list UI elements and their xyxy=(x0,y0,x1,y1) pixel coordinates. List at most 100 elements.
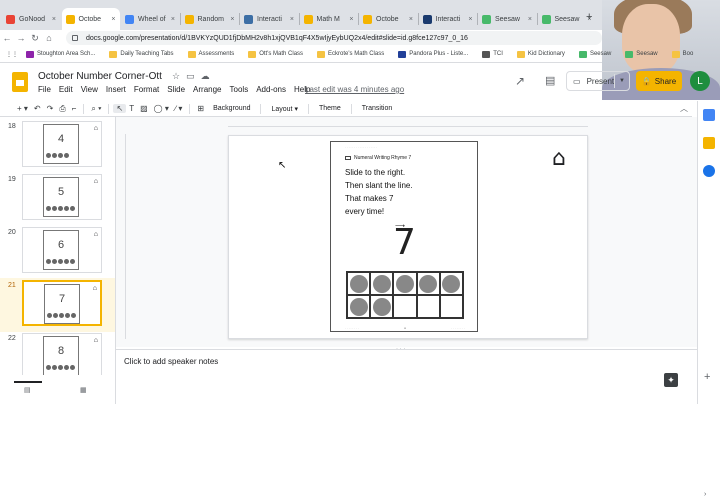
reload-icon[interactable]: ↻ xyxy=(28,33,42,44)
menu-item-insert[interactable]: Insert xyxy=(106,85,126,94)
tab-close-icon[interactable]: × xyxy=(466,16,472,23)
browser-tab[interactable]: Interacti × xyxy=(419,8,477,30)
drag-handle-icon[interactable]: · · · xyxy=(396,346,405,352)
browser-tab[interactable]: GoNood × xyxy=(2,8,60,30)
move-folder-icon[interactable]: ▭ xyxy=(186,71,195,82)
filmstrip-view-icon[interactable]: ▤ xyxy=(24,386,31,394)
home-icon[interactable]: ⌂ xyxy=(42,33,56,43)
menu-item-add-ons[interactable]: Add-ons xyxy=(256,85,286,94)
bookmark-item[interactable]: Seesaw xyxy=(625,50,658,58)
tab-close-icon[interactable]: × xyxy=(109,16,115,23)
slide-thumbnail-item[interactable]: 18 4 ⌂ xyxy=(0,119,115,173)
thumbnail-numeral: 4 xyxy=(58,133,65,145)
menu-item-slide[interactable]: Slide xyxy=(167,85,185,94)
menu-item-format[interactable]: Format xyxy=(134,85,159,94)
redo-icon[interactable]: ↷ xyxy=(44,104,57,113)
menu-item-tools[interactable]: Tools xyxy=(230,85,249,94)
text-box-icon[interactable]: T xyxy=(126,104,137,113)
browser-tab[interactable]: Octobe × xyxy=(61,8,120,30)
apps-icon[interactable]: ⋮⋮ xyxy=(6,51,18,58)
bookmark-item[interactable]: Boo xyxy=(671,50,693,58)
zoom-icon[interactable]: ⌕ ▾ xyxy=(88,104,104,114)
google-slides-logo[interactable] xyxy=(12,72,28,92)
tasks-icon[interactable] xyxy=(703,165,715,177)
bookmark-item[interactable]: Kid Dictionary xyxy=(516,50,565,58)
ten-frame-cell xyxy=(416,272,440,295)
chevron-down-icon[interactable]: ▼ xyxy=(619,78,625,84)
comment-history-icon[interactable]: ▤ xyxy=(545,74,555,87)
bookmark-item[interactable]: Pandora Plus - Liste... xyxy=(398,50,468,58)
account-avatar[interactable]: L xyxy=(690,71,710,91)
browser-tab[interactable]: Interacti × xyxy=(240,8,298,30)
image-icon[interactable]: ▨ xyxy=(137,104,151,113)
browser-tab[interactable]: Math M × xyxy=(300,8,358,30)
menu-item-arrange[interactable]: Arrange xyxy=(193,85,221,94)
slide-thumbnail[interactable]: 8 ⌂ xyxy=(22,333,102,375)
bookmark-item[interactable]: Assessments xyxy=(187,50,234,58)
expand-panel-icon[interactable]: › xyxy=(704,491,706,498)
thumbnail-dot xyxy=(64,365,69,370)
slide-thumbnail-item[interactable]: 22 8 ⌂ xyxy=(0,331,115,375)
browser-tab[interactable]: Seesaw × xyxy=(478,8,536,30)
keep-icon[interactable] xyxy=(703,137,715,149)
line-icon[interactable]: ∕ ▾ xyxy=(172,104,186,113)
speaker-notes[interactable]: · · · Click to add speaker notes xyxy=(116,346,697,404)
collapse-menu-icon[interactable]: ︿ xyxy=(680,103,688,114)
menu-item-edit[interactable]: Edit xyxy=(59,85,73,94)
tab-close-icon[interactable]: × xyxy=(288,16,294,23)
layout-button[interactable]: Layout ▾ xyxy=(265,105,304,113)
document-title[interactable]: October Number Corner-Ott xyxy=(38,71,162,82)
star-icon[interactable]: ☆ xyxy=(172,71,180,82)
slide-thumbnail[interactable]: 7 ⌂ xyxy=(22,280,102,326)
tab-close-icon[interactable]: × xyxy=(526,16,532,23)
browser-tab[interactable]: Octobe × xyxy=(359,8,417,30)
bookmark-item[interactable]: Eckrote's Math Class xyxy=(317,50,384,58)
slide-thumbnail[interactable]: 4 ⌂ xyxy=(22,121,102,167)
tab-close-icon[interactable]: × xyxy=(169,16,175,23)
background-button[interactable]: Background xyxy=(207,105,256,112)
transition-button[interactable]: Transition xyxy=(356,105,398,112)
print-icon[interactable]: ⎙ xyxy=(56,104,68,114)
bookmark-item[interactable]: TCI xyxy=(482,50,503,58)
get-addons-icon[interactable]: + xyxy=(704,371,710,383)
bookmark-item[interactable]: Seesaw xyxy=(578,50,611,58)
select-tool-icon[interactable]: ↖ xyxy=(113,104,127,113)
browser-tab[interactable]: Wheel of × xyxy=(121,8,179,30)
last-edit-link[interactable]: Last edit was 4 minutes ago xyxy=(305,85,404,94)
home-icon[interactable]: ⌂ xyxy=(552,146,566,171)
bookmark-item[interactable]: Daily Teaching Tabs xyxy=(109,50,174,58)
back-icon[interactable]: ← xyxy=(0,33,14,43)
slide-thumbnail[interactable]: 6 ⌂ xyxy=(22,227,102,273)
shape-icon[interactable]: ◯ ▾ xyxy=(151,104,172,113)
tab-close-icon[interactable]: × xyxy=(407,16,413,23)
calendar-icon[interactable] xyxy=(703,109,715,121)
share-button[interactable]: 🔒 Share xyxy=(636,71,682,91)
tab-close-icon[interactable]: × xyxy=(347,16,353,23)
bookmark-item[interactable]: Stoughton Area Sch... xyxy=(26,50,95,58)
present-button[interactable]: ▭ Present ▼ xyxy=(566,71,630,91)
menu-item-view[interactable]: View xyxy=(81,85,98,94)
cloud-status-icon[interactable]: ☁ xyxy=(201,71,210,82)
tab-close-icon[interactable]: × xyxy=(50,16,56,23)
slide-thumbnail-item[interactable]: 21 7 ⌂ xyxy=(0,278,115,332)
menu-item-file[interactable]: File xyxy=(38,85,51,94)
tab-close-icon[interactable]: × xyxy=(228,16,234,23)
theme-button[interactable]: Theme xyxy=(313,105,347,112)
slide-thumbnail-item[interactable]: 19 5 ⌂ xyxy=(0,172,115,226)
new-tab-button[interactable]: + xyxy=(586,11,592,23)
url-field[interactable]: docs.google.com/presentation/d/1BVKYzQUD… xyxy=(66,31,602,45)
filmstrip-footer: ▤ ▦ xyxy=(0,375,116,404)
forward-icon[interactable]: → xyxy=(14,33,28,43)
paint-format-icon[interactable]: ⌐ xyxy=(69,104,80,113)
worksheet-page[interactable]: · · · · · · · · · · · · · · · · · · Nume… xyxy=(330,141,478,332)
slide-thumbnail[interactable]: 5 ⌂ xyxy=(22,174,102,220)
bookmark-item[interactable]: Ott's Math Class xyxy=(248,50,303,58)
grid-view-icon[interactable]: ▦ xyxy=(80,386,87,394)
undo-icon[interactable]: ↶ xyxy=(31,104,44,113)
new-slide-icon[interactable]: + ▾ xyxy=(14,104,31,113)
activity-dashboard-icon[interactable]: ↗ xyxy=(515,74,525,88)
comment-add-icon[interactable]: ⊞ xyxy=(194,104,207,113)
slide-thumbnail-item[interactable]: 20 6 ⌂ xyxy=(0,225,115,279)
browser-tab[interactable]: Random × xyxy=(181,8,239,30)
explore-icon[interactable]: ✦ xyxy=(664,373,678,387)
